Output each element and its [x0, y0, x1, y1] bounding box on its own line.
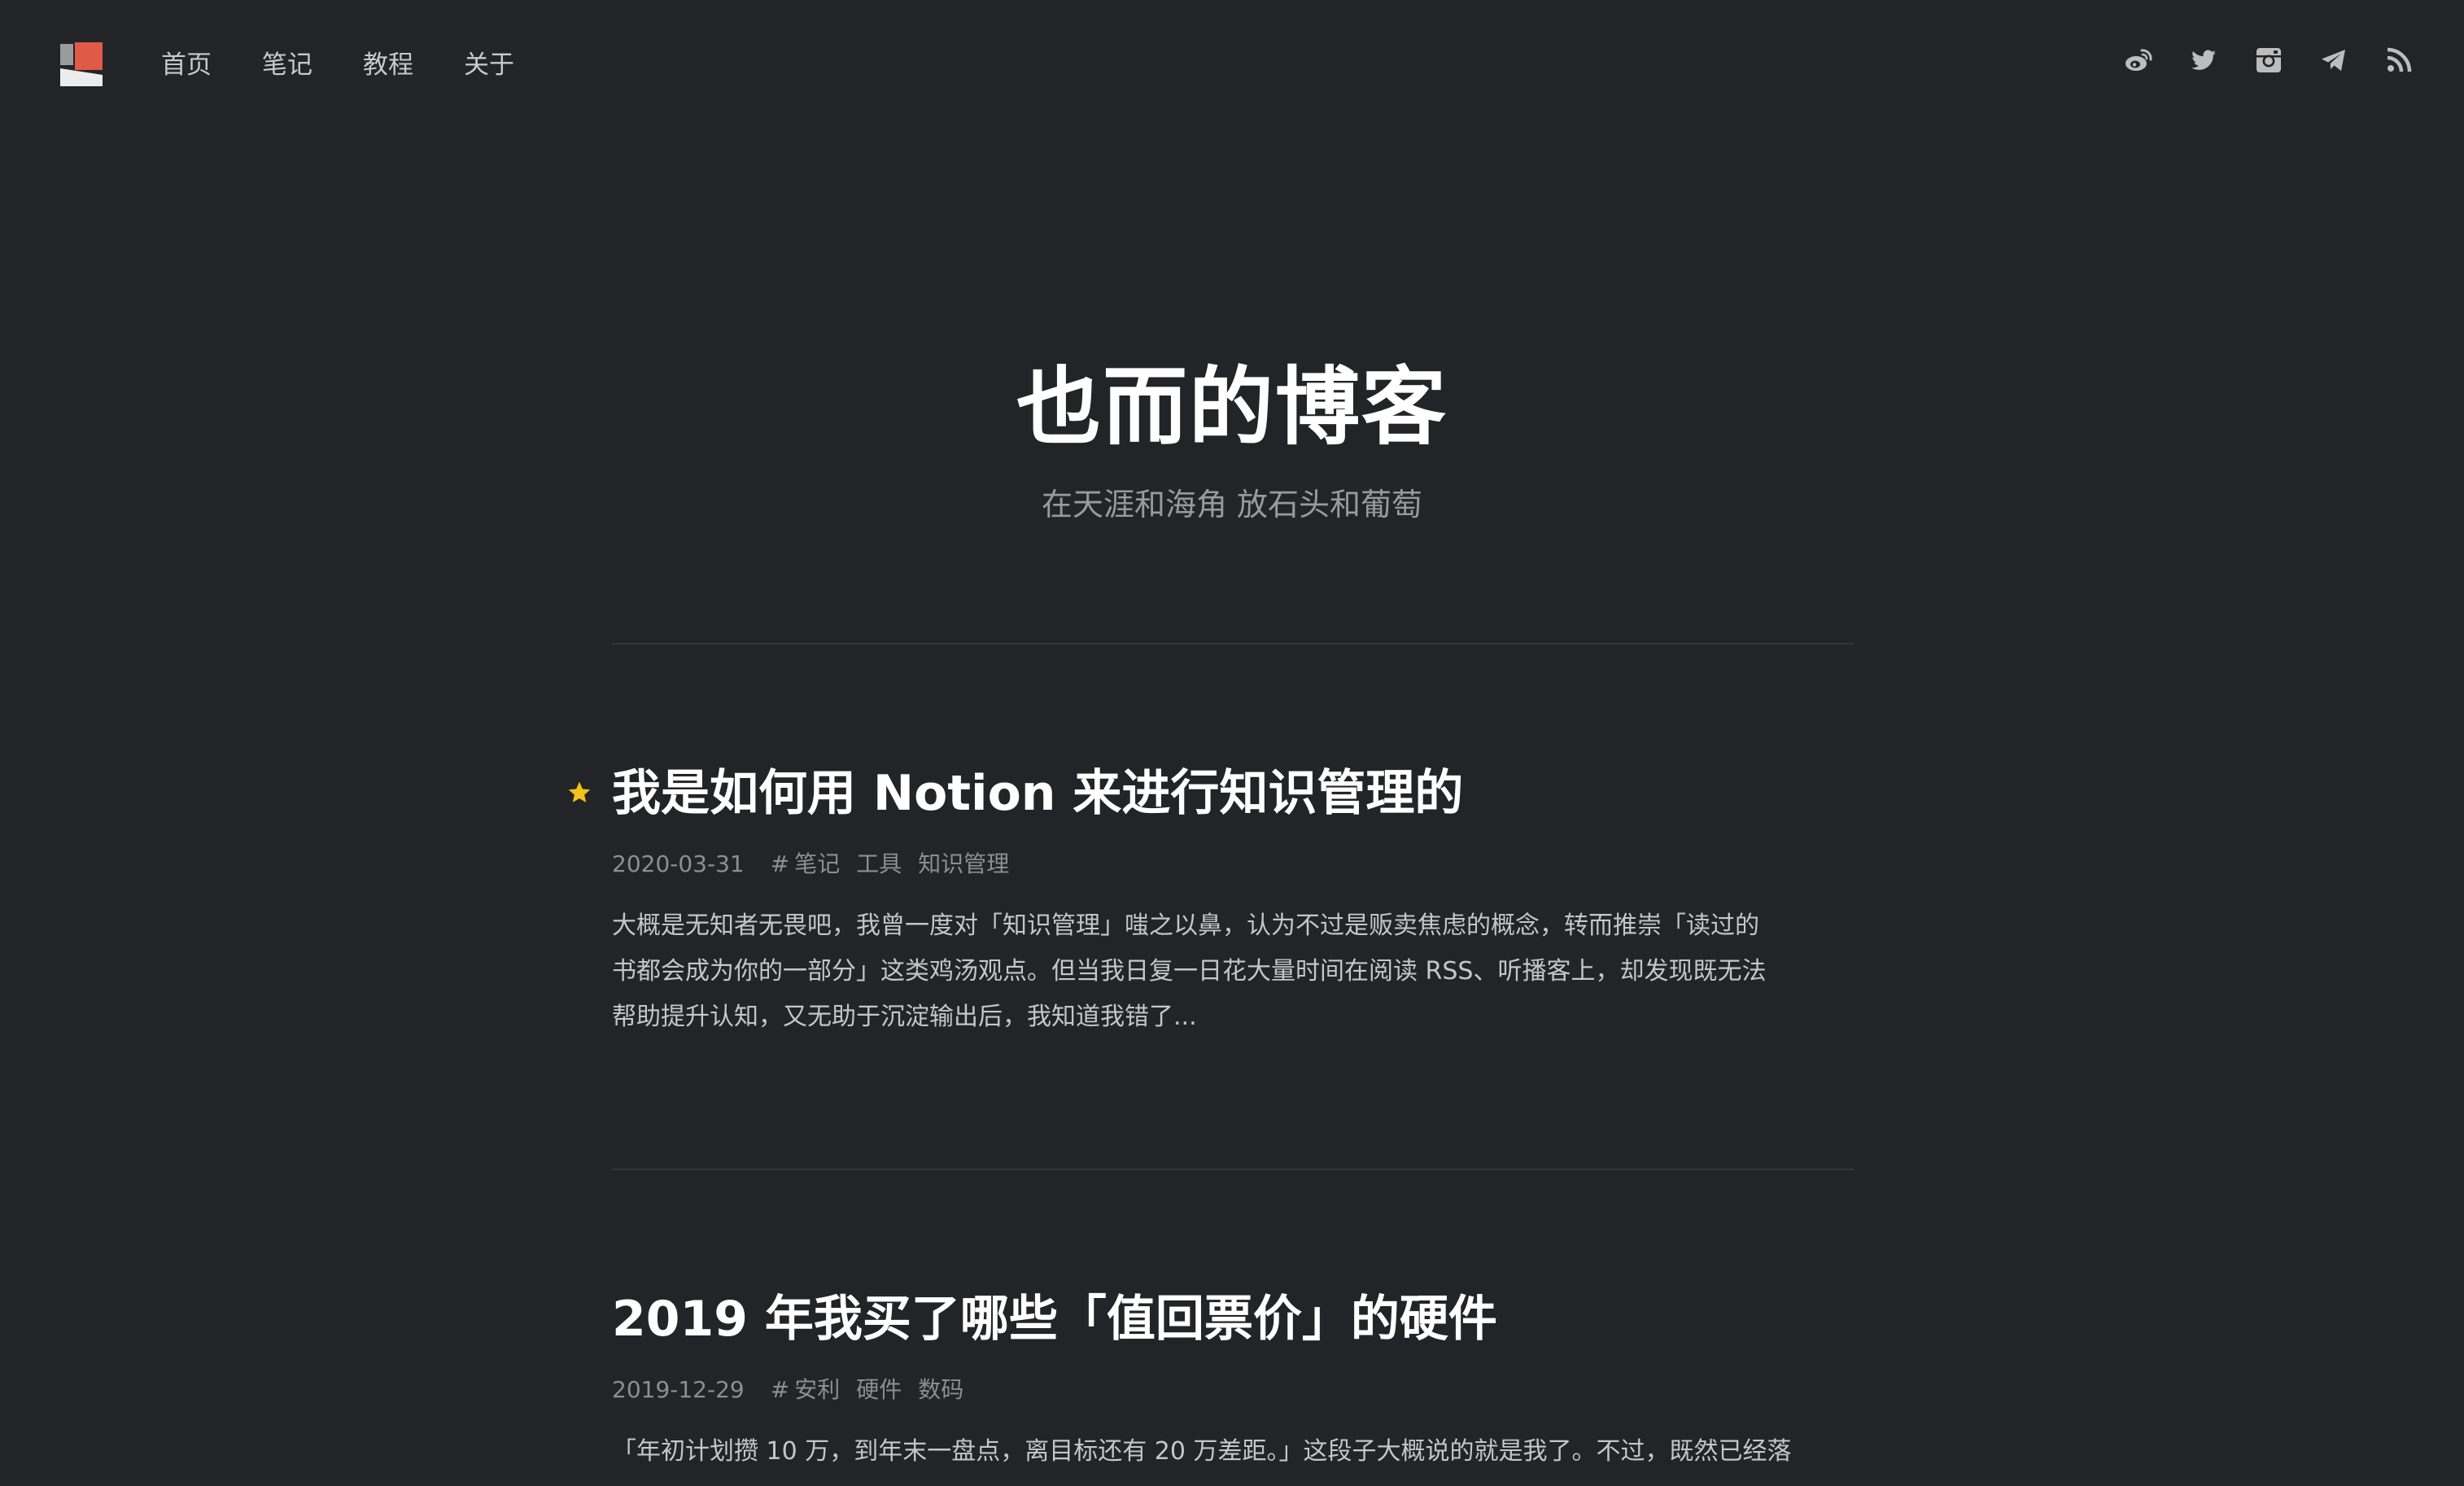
post-tag[interactable]: 工具 — [856, 848, 902, 881]
nav-item-notes[interactable]: 笔记 — [262, 47, 312, 83]
weibo-icon[interactable] — [2124, 46, 2153, 75]
social-links — [2124, 46, 2414, 75]
site-logo[interactable] — [59, 42, 104, 88]
tag-hash: # — [770, 1376, 790, 1403]
site-header: 首页 笔记 教程 关于 — [0, 0, 2464, 130]
post-card: 2019 年我买了哪些「值回票价」的硬件 2019-12-29 # 安利 硬件 … — [612, 1283, 1854, 1475]
site-title[interactable]: 也而的博客 — [0, 342, 2464, 472]
post-title[interactable]: 我是如何用 Notion 来进行知识管理的 — [568, 757, 1854, 830]
telegram-icon[interactable] — [2319, 46, 2348, 75]
post-title-text[interactable]: 我是如何用 Notion 来进行知识管理的 — [612, 765, 1463, 822]
tag-hash: # — [770, 850, 790, 877]
post-meta: 2020-03-31 # 笔记 工具 知识管理 — [612, 848, 1854, 881]
post-tag[interactable]: 硬件 — [856, 1374, 902, 1406]
post-tag[interactable]: 安利 — [794, 1374, 840, 1406]
post-title-text[interactable]: 2019 年我买了哪些「值回票价」的硬件 — [612, 1291, 1497, 1348]
post-tag[interactable]: 知识管理 — [918, 848, 1009, 881]
instagram-icon[interactable] — [2254, 46, 2283, 75]
main-nav: 首页 笔记 教程 关于 — [161, 47, 514, 83]
divider — [612, 1169, 1854, 1170]
nav-item-about[interactable]: 关于 — [464, 47, 514, 83]
post-title[interactable]: 2019 年我买了哪些「值回票价」的硬件 — [612, 1283, 1854, 1356]
post-tag[interactable]: 数码 — [918, 1374, 963, 1406]
excerpt-line: 书都会成为你的一部分」这类鸡汤观点。但当我日复一日花大量时间在阅读 RSS、听播… — [612, 957, 1767, 986]
nav-item-tutorials[interactable]: 教程 — [363, 47, 413, 83]
divider — [612, 643, 1854, 645]
hero: 也而的博客 在天涯和海角 放石头和葡萄 — [0, 342, 2464, 527]
site-subtitle: 在天涯和海角 放石头和葡萄 — [1041, 487, 1423, 522]
post-date: 2020-03-31 — [612, 850, 745, 877]
post-tag[interactable]: 笔记 — [794, 848, 840, 881]
post-excerpt: 大概是无知者无畏吧，我曾一度对「知识管理」嗤之以鼻，认为不过是贩卖焦虑的概念，转… — [612, 903, 1854, 1040]
excerpt-line: 帮助提升认知，又无助于沉淀输出后，我知道我错了... — [612, 1003, 1197, 1031]
post-date: 2019-12-29 — [612, 1376, 745, 1403]
twitter-icon[interactable] — [2189, 46, 2218, 75]
excerpt-line: 大概是无知者无畏吧，我曾一度对「知识管理」嗤之以鼻，认为不过是贩卖焦虑的概念，转… — [612, 911, 1759, 940]
nav-item-home[interactable]: 首页 — [161, 47, 212, 83]
excerpt-line: 「年初计划攒 10 万，到年末一盘点，离目标还有 20 万差距。」这段子大概说的… — [612, 1437, 1792, 1466]
featured-star-icon — [568, 781, 591, 802]
rss-icon[interactable] — [2384, 46, 2414, 75]
post-card: 我是如何用 Notion 来进行知识管理的 2020-03-31 # 笔记 工具… — [568, 757, 1854, 1040]
post-excerpt: 「年初计划攒 10 万，到年末一盘点，离目标还有 20 万差距。」这段子大概说的… — [612, 1429, 1854, 1475]
post-meta: 2019-12-29 # 安利 硬件 数码 — [612, 1374, 1854, 1406]
